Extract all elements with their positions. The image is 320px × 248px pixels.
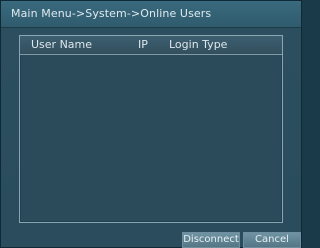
online-users-table[interactable]: User Name IP Login Type [19, 35, 283, 223]
column-ip: IP [138, 38, 148, 51]
window-title: Main Menu->System->Online Users [11, 7, 212, 20]
online-users-window: Main Menu->System->Online Users User Nam… [0, 0, 302, 248]
column-user-name: User Name [31, 38, 93, 51]
cancel-button[interactable]: Cancel [243, 232, 301, 248]
column-login-type: Login Type [169, 38, 228, 51]
window-titlebar: Main Menu->System->Online Users [1, 1, 301, 28]
table-header: User Name IP Login Type [20, 36, 282, 55]
disconnect-button[interactable]: Disconnect [182, 232, 240, 248]
